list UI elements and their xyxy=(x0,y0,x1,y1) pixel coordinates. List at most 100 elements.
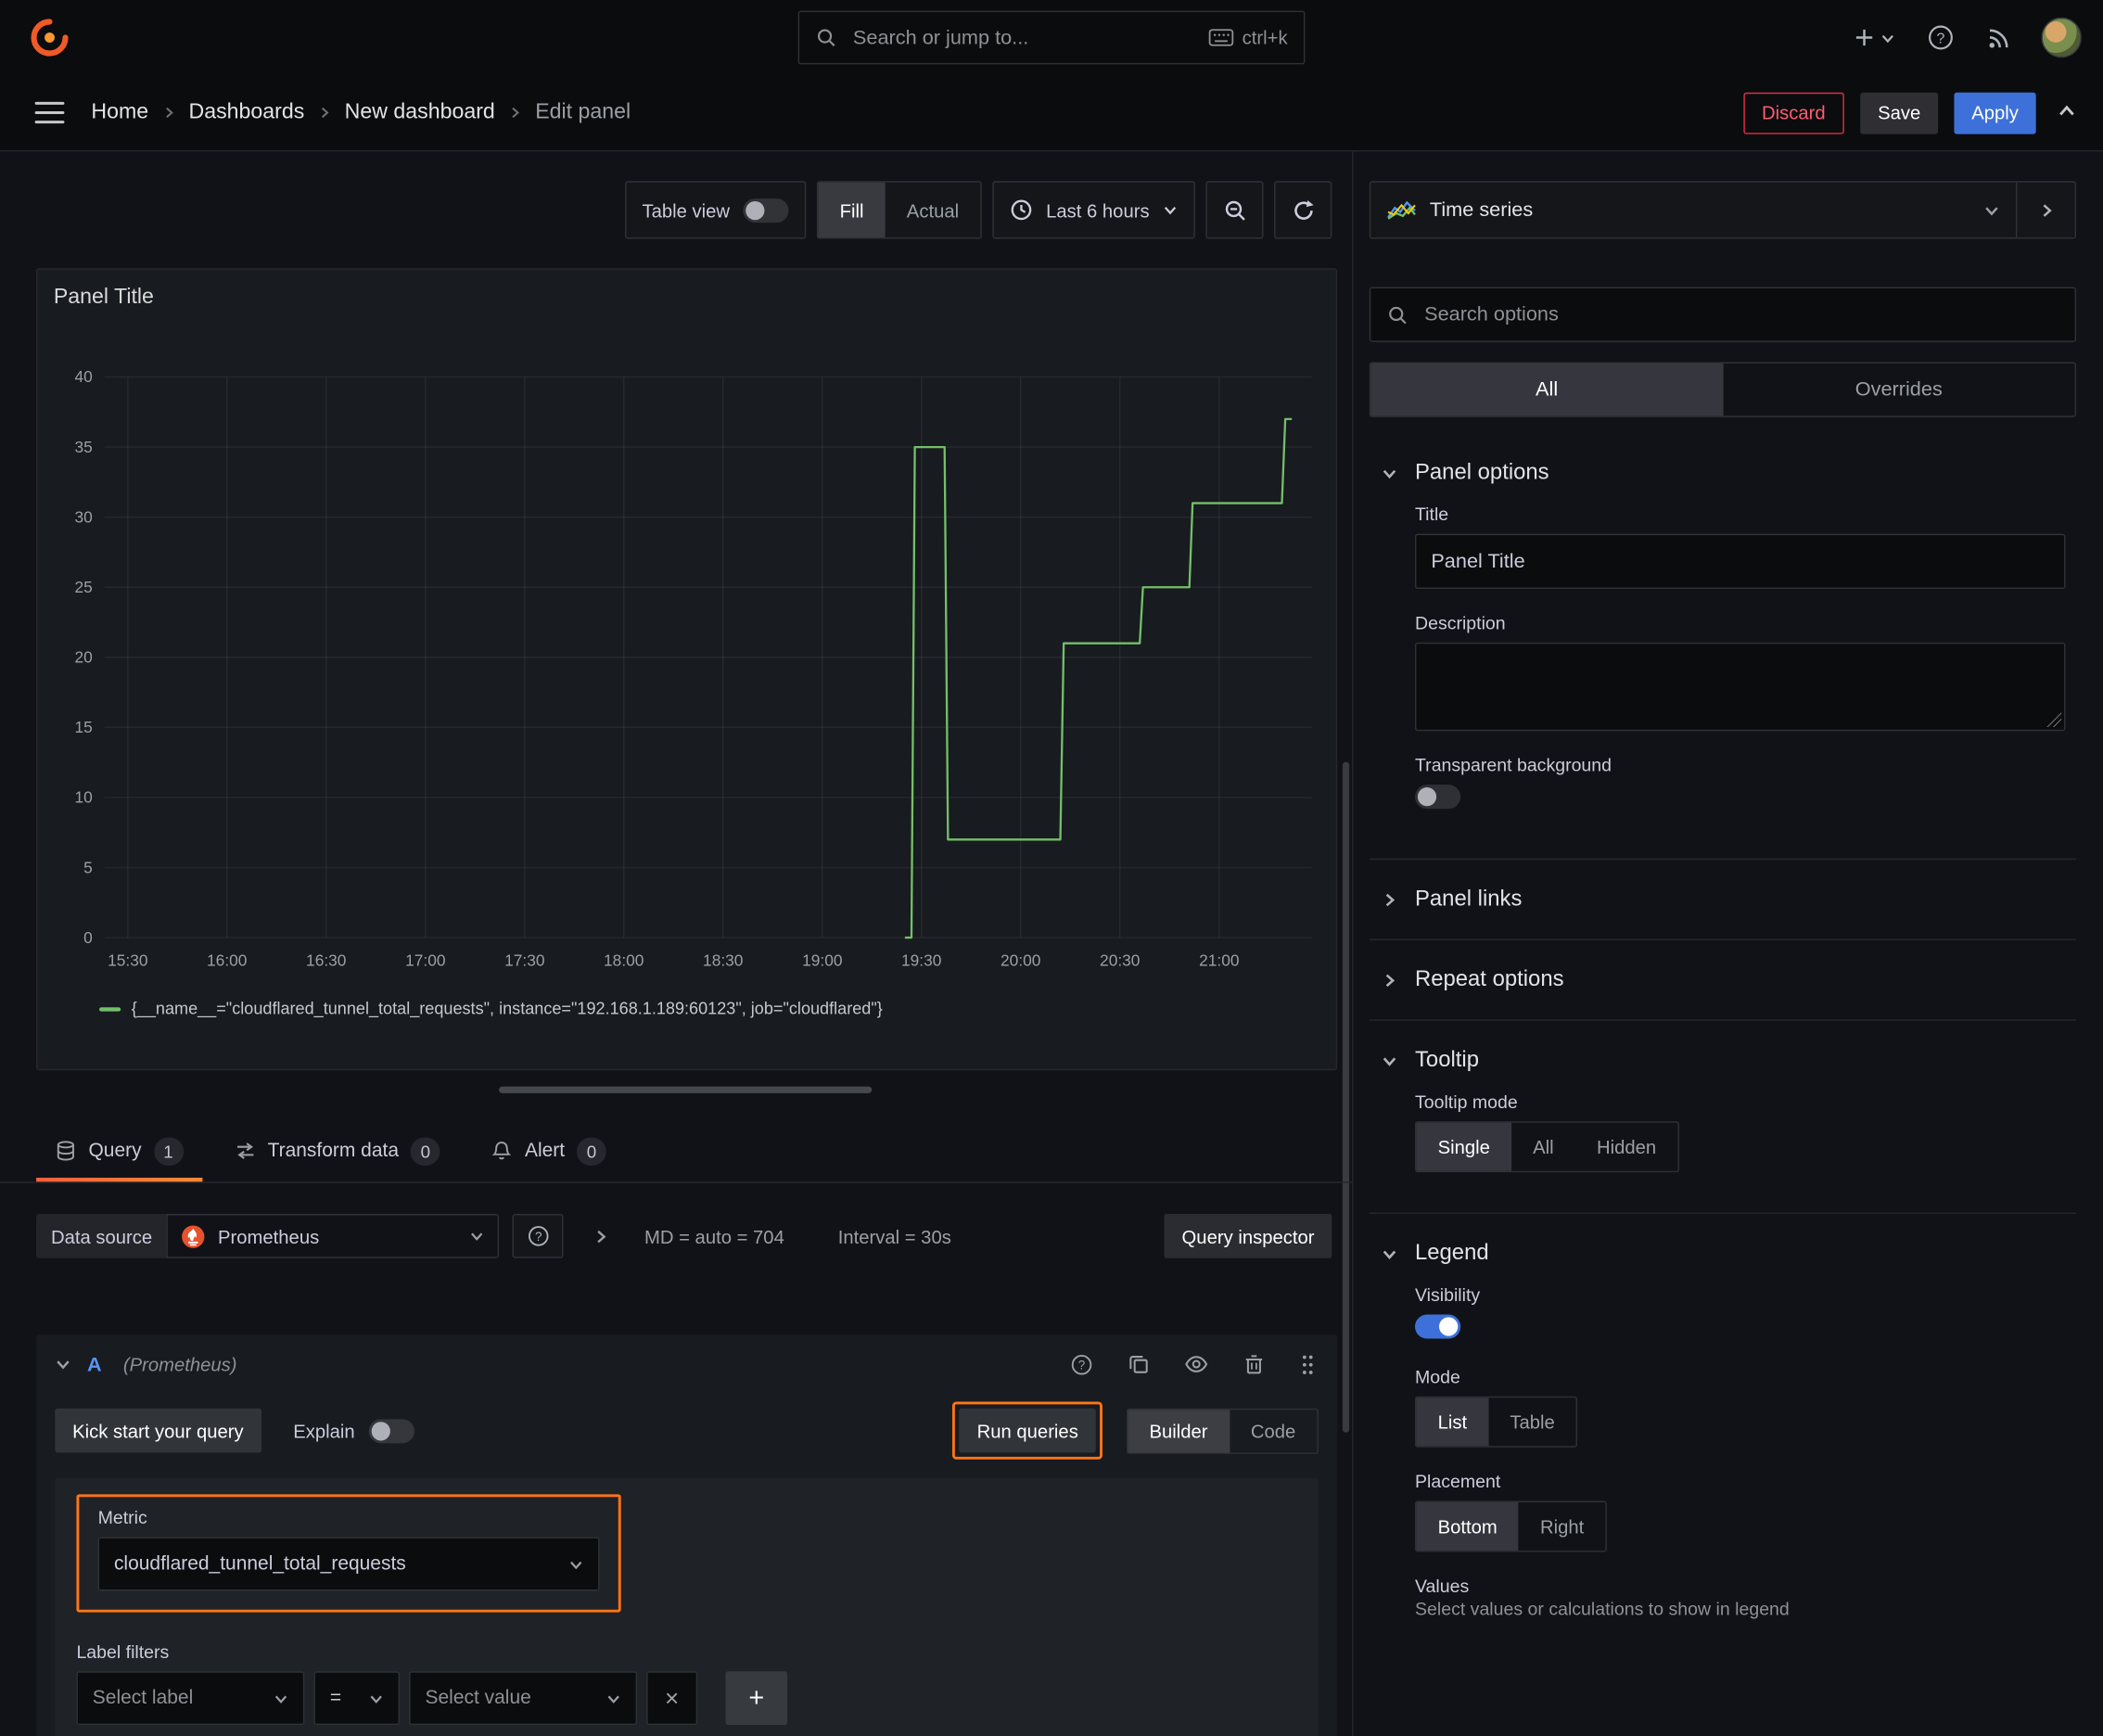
section-panel-options[interactable]: Panel options xyxy=(1370,441,2076,504)
section-tooltip[interactable]: Tooltip xyxy=(1370,1028,2076,1091)
chevron-down-icon xyxy=(1164,206,1177,215)
segment-code[interactable]: Code xyxy=(1230,1409,1318,1451)
news-button[interactable] xyxy=(1983,22,2014,53)
tooltip-mode-label: Tooltip mode xyxy=(1414,1091,1518,1113)
query-row-header[interactable]: A (Prometheus) ? xyxy=(36,1334,1337,1394)
timeseries-chart[interactable]: 0 5 10 15 20 25 30 35 40 15:30 16:00 16:30 17:00 17:3… xyxy=(48,351,1322,981)
query-help-button[interactable]: ? xyxy=(1067,1350,1095,1378)
chart-legend[interactable]: {__name__="cloudflared_tunnel_total_requ… xyxy=(99,1000,883,1018)
segment-all[interactable]: All xyxy=(1370,363,1723,416)
select-value-placeholder: Select value xyxy=(425,1687,531,1709)
editor-tabs: Query 1 Transform data 0 Alert 0 xyxy=(0,1120,1353,1183)
tab-query-label: Query xyxy=(88,1140,142,1162)
breadcrumb-home[interactable]: Home xyxy=(91,100,148,124)
panel-title-input[interactable] xyxy=(1414,533,2066,589)
time-range-label: Last 6 hours xyxy=(1046,198,1150,221)
svg-text:0: 0 xyxy=(83,928,93,947)
select-value-dropdown[interactable]: Select value xyxy=(409,1671,638,1726)
discard-button[interactable]: Discard xyxy=(1742,92,1844,134)
chevron-right-icon xyxy=(597,1230,607,1243)
duplicate-query-button[interactable] xyxy=(1126,1351,1153,1378)
table-view-label: Table view xyxy=(642,198,731,221)
remove-filter-button[interactable]: × xyxy=(646,1671,698,1726)
tab-alert-count: 0 xyxy=(577,1136,606,1166)
user-avatar[interactable] xyxy=(2041,17,2082,58)
rss-icon xyxy=(1989,28,2008,47)
chevron-down-icon[interactable] xyxy=(55,1356,70,1372)
transform-icon xyxy=(234,1140,255,1161)
segment-actual[interactable]: Actual xyxy=(886,183,981,237)
visualization-picker[interactable]: Time series xyxy=(1370,183,2016,237)
segment-all[interactable]: All xyxy=(1511,1123,1575,1171)
section-repeat-options[interactable]: Repeat options xyxy=(1370,949,2076,1012)
svg-text:25: 25 xyxy=(75,578,93,596)
chevron-down-icon xyxy=(1881,34,1893,43)
svg-text:30: 30 xyxy=(75,507,93,526)
svg-text:17:30: 17:30 xyxy=(504,951,544,969)
svg-text:16:00: 16:00 xyxy=(207,951,247,969)
options-search-input[interactable] xyxy=(1421,301,2059,327)
collapse-pane-button[interactable] xyxy=(2052,96,2082,129)
panel-edit-left: Table view Fill Actual Last 6 hours Pane… xyxy=(0,151,1353,1736)
apply-button[interactable]: Apply xyxy=(1954,92,2036,134)
segment-single[interactable]: Single xyxy=(1416,1122,1512,1171)
eye-icon xyxy=(1185,1356,1208,1372)
add-button[interactable] xyxy=(1851,24,1898,51)
collapse-options-button[interactable] xyxy=(2015,182,2075,238)
scrollbar[interactable] xyxy=(1342,761,1350,1433)
explain-toggle[interactable] xyxy=(368,1418,414,1443)
operator-dropdown[interactable]: = xyxy=(313,1671,401,1726)
metric-select[interactable]: cloudflared_tunnel_total_requests xyxy=(97,1537,600,1591)
time-range-picker[interactable]: Last 6 hours xyxy=(992,181,1195,239)
global-search-input[interactable] xyxy=(850,24,1195,51)
datasource-picker[interactable]: Prometheus xyxy=(167,1214,500,1258)
segment-list[interactable]: List xyxy=(1416,1398,1489,1447)
segment-hidden[interactable]: Hidden xyxy=(1575,1123,1677,1171)
kick-start-button[interactable]: Kick start your query xyxy=(55,1408,261,1453)
segment-right[interactable]: Right xyxy=(1519,1502,1606,1551)
panel-description-input[interactable] xyxy=(1416,644,2065,730)
svg-text:19:00: 19:00 xyxy=(802,951,842,969)
database-icon xyxy=(55,1140,76,1161)
menu-icon[interactable] xyxy=(34,101,65,124)
tab-query[interactable]: Query 1 xyxy=(36,1120,202,1182)
options-search[interactable] xyxy=(1369,287,2077,342)
run-queries-button[interactable]: Run queries xyxy=(959,1408,1096,1453)
refresh-button[interactable] xyxy=(1274,181,1332,239)
help-button[interactable]: ? xyxy=(1925,21,1957,54)
section-panel-links[interactable]: Panel links xyxy=(1370,868,2076,931)
section-legend[interactable]: Legend xyxy=(1370,1222,2076,1285)
chevron-right-icon xyxy=(1380,891,1398,907)
breadcrumb-dashboards[interactable]: Dashboards xyxy=(188,100,304,124)
builder-code-switch: Builder Code xyxy=(1126,1408,1319,1454)
tab-transform-data[interactable]: Transform data 0 xyxy=(215,1120,459,1182)
hide-response-button[interactable] xyxy=(1181,1349,1211,1379)
query-inspector-button[interactable]: Query inspector xyxy=(1164,1214,1332,1258)
drag-handle-icon[interactable] xyxy=(1297,1350,1319,1378)
remove-query-button[interactable] xyxy=(1241,1351,1268,1378)
segment-builder[interactable]: Builder xyxy=(1128,1409,1230,1452)
zoom-out-button[interactable] xyxy=(1205,181,1264,239)
segment-overrides[interactable]: Overrides xyxy=(1723,364,2075,415)
segment-fill[interactable]: Fill xyxy=(818,182,886,238)
grafana-logo-icon[interactable] xyxy=(30,18,70,57)
resize-grip-icon[interactable] xyxy=(2046,712,2062,727)
breadcrumb-new-dashboard[interactable]: New dashboard xyxy=(345,100,495,124)
section-tooltip-label: Tooltip xyxy=(1414,1047,1479,1072)
tab-alert[interactable]: Alert 0 xyxy=(473,1120,626,1182)
segment-bottom[interactable]: Bottom xyxy=(1416,1502,1519,1551)
datasource-help-button[interactable]: ? xyxy=(513,1214,565,1258)
segment-table[interactable]: Table xyxy=(1488,1398,1576,1446)
query-options-expand[interactable] xyxy=(593,1228,609,1244)
save-button[interactable]: Save xyxy=(1860,92,1939,134)
table-view-toggle[interactable] xyxy=(743,198,789,223)
panel-resize-handle[interactable] xyxy=(499,1086,873,1093)
legend-visibility-toggle[interactable] xyxy=(1414,1314,1461,1339)
add-filter-button[interactable]: + xyxy=(725,1671,788,1726)
query-ref-id: A xyxy=(87,1352,102,1376)
transparent-background-toggle[interactable] xyxy=(1414,785,1461,810)
select-label-dropdown[interactable]: Select label xyxy=(76,1671,305,1726)
query-actions-row: Kick start your query Explain Run querie… xyxy=(36,1394,1337,1473)
global-search[interactable]: ctrl+k xyxy=(797,10,1306,65)
tab-alert-label: Alert xyxy=(524,1140,566,1162)
